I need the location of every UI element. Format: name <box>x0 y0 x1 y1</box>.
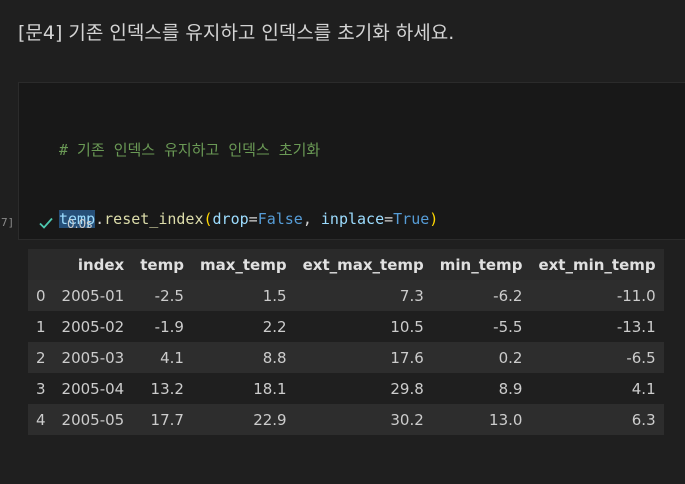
check-icon <box>39 217 53 229</box>
table-cell: 2.2 <box>262 317 287 336</box>
column-header: min_temp <box>439 255 523 274</box>
column-header: index <box>77 255 125 274</box>
table-header-row: index temp max_temp ext_max_temp min_tem… <box>28 249 664 280</box>
row-index: 2 <box>36 348 46 367</box>
table-cell: 2005-03 <box>61 348 125 367</box>
cell-status-bar: 7] 0.0s <box>1 213 685 237</box>
table-cell: 13.0 <box>489 410 523 429</box>
table-cell: 2005-01 <box>61 286 125 305</box>
table-cell: 30.2 <box>390 410 424 429</box>
table-cell: -5.5 <box>493 317 523 336</box>
table-cell: 18.1 <box>253 379 287 398</box>
table-row: 3 2005-04 13.2 18.1 29.8 8.9 4.1 <box>28 373 664 404</box>
table-row: 4 2005-05 17.7 22.9 30.2 13.0 6.3 <box>28 404 664 435</box>
table-cell: 22.9 <box>253 410 287 429</box>
table-cell: -13.1 <box>616 317 656 336</box>
table-cell: 10.5 <box>390 317 424 336</box>
row-index: 0 <box>36 286 46 305</box>
code-comment: # 기존 인덱스 유지하고 인덱스 초기화 <box>59 141 321 159</box>
column-header <box>28 249 54 280</box>
column-header: ext_min_temp <box>538 255 656 274</box>
table-cell: 7.3 <box>399 286 424 305</box>
table-cell: 4.1 <box>160 348 184 367</box>
row-index: 4 <box>36 410 46 429</box>
table-cell: 2005-02 <box>61 317 125 336</box>
table-cell: -1.9 <box>154 317 184 336</box>
column-header: temp <box>140 255 184 274</box>
table-cell: 13.2 <box>150 379 184 398</box>
table-cell: 29.8 <box>390 379 424 398</box>
cell-output: index temp max_temp ext_max_temp min_tem… <box>28 249 664 435</box>
table-cell: 8.9 <box>498 379 523 398</box>
table-cell: -6.5 <box>626 348 656 367</box>
table-cell: 8.8 <box>262 348 287 367</box>
table-cell: -2.5 <box>154 286 184 305</box>
row-index: 3 <box>36 379 46 398</box>
column-header: max_temp <box>199 255 287 274</box>
table-cell: 17.7 <box>150 410 184 429</box>
table-row: 1 2005-02 -1.9 2.2 10.5 -5.5 -13.1 <box>28 311 664 342</box>
execution-count: 7] <box>1 216 15 229</box>
table-cell: 0.2 <box>498 348 523 367</box>
table-cell: -11.0 <box>616 286 656 305</box>
row-index: 1 <box>36 317 46 336</box>
execution-time: 0.0s <box>67 217 93 231</box>
table-cell: 17.6 <box>390 348 424 367</box>
table-cell: 6.3 <box>631 410 656 429</box>
dataframe-table: index temp max_temp ext_max_temp min_tem… <box>28 249 664 435</box>
markdown-title: [문4] 기존 인덱스를 유지하고 인덱스를 초기화 하세요. <box>18 22 455 44</box>
table-cell: -6.2 <box>493 286 523 305</box>
table-cell: 1.5 <box>262 286 287 305</box>
column-header: ext_max_temp <box>302 255 424 274</box>
table-cell: 4.1 <box>631 379 656 398</box>
table-row: 0 2005-01 -2.5 1.5 7.3 -6.2 -11.0 <box>28 280 664 311</box>
table-cell: 2005-05 <box>61 410 125 429</box>
table-cell: 2005-04 <box>61 379 125 398</box>
table-row: 2 2005-03 4.1 8.8 17.6 0.2 -6.5 <box>28 342 664 373</box>
code-cell[interactable]: # 기존 인덱스 유지하고 인덱스 초기화 temp.reset_index(d… <box>1 82 685 435</box>
